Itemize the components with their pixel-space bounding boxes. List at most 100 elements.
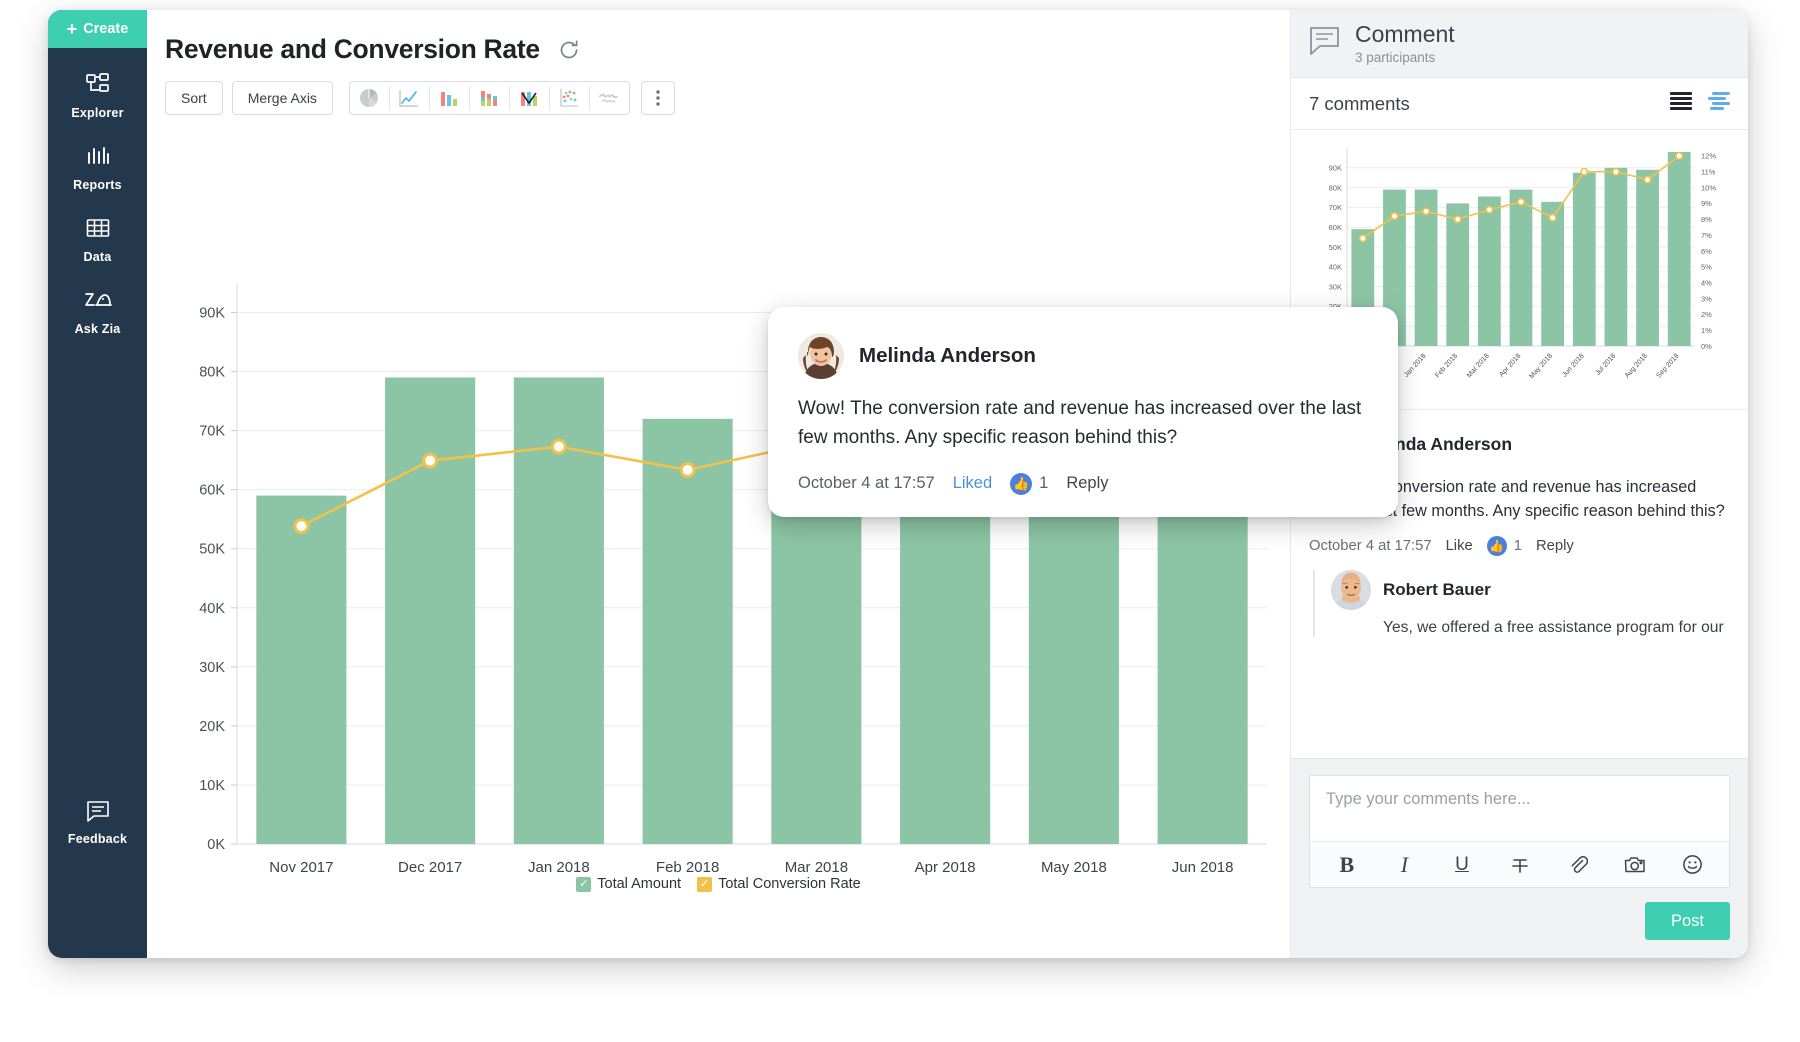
sort-button[interactable]: Sort: [165, 81, 223, 115]
comment-timestamp: October 4 at 17:57: [798, 474, 935, 493]
thumbs-up-icon: 👍: [1487, 536, 1507, 556]
svg-text:40K: 40K: [199, 601, 225, 617]
svg-text:8%: 8%: [1701, 215, 1712, 224]
combo-chart-icon[interactable]: [510, 82, 549, 114]
svg-text:Jun 2018: Jun 2018: [1172, 859, 1234, 876]
plus-icon: +: [67, 20, 78, 38]
svg-text:60K: 60K: [199, 483, 225, 499]
bubble-header: Melinda Anderson: [798, 333, 1368, 379]
svg-text:50K: 50K: [199, 542, 225, 558]
more-vertical-icon[interactable]: [641, 81, 675, 115]
thread-like-count-group[interactable]: 👍 1: [1487, 536, 1522, 556]
ask-zia-icon: [83, 286, 113, 316]
svg-text:0%: 0%: [1701, 342, 1712, 351]
scatter-chart-icon[interactable]: [550, 82, 589, 114]
underline-icon[interactable]: U: [1433, 842, 1491, 888]
svg-text:1%: 1%: [1701, 326, 1712, 335]
svg-text:30K: 30K: [199, 660, 225, 676]
reply-header: Robert Bauer: [1331, 570, 1730, 610]
create-button[interactable]: + Create: [48, 10, 147, 48]
italic-icon[interactable]: I: [1376, 842, 1434, 888]
sidebar-item-label: Ask Zia: [75, 322, 121, 336]
bar-chart-icon[interactable]: [430, 82, 469, 114]
pie-chart-icon[interactable]: [350, 82, 389, 114]
svg-text:70K: 70K: [199, 424, 225, 440]
participants-count: 3 participants: [1355, 50, 1455, 65]
like-count-group[interactable]: 👍 1: [1010, 473, 1048, 495]
comments-count-bar: 7 comments: [1291, 78, 1748, 130]
svg-text:10%: 10%: [1701, 183, 1716, 192]
legend-item-total-amount[interactable]: ✓ Total Amount: [576, 876, 681, 892]
bubble-footer: October 4 at 17:57 Liked 👍 1 Reply: [798, 473, 1368, 495]
data-icon: [85, 214, 111, 244]
comment-text: Wow! The conversion rate and revenue has…: [798, 395, 1368, 453]
svg-text:Jan 2018: Jan 2018: [1403, 353, 1428, 379]
comment-input[interactable]: Type your comments here...: [1310, 776, 1729, 841]
explorer-icon: [85, 70, 111, 100]
thread-like-button[interactable]: Like: [1446, 538, 1473, 554]
svg-text:10K: 10K: [199, 778, 225, 794]
post-button[interactable]: Post: [1645, 902, 1730, 940]
svg-text:90K: 90K: [199, 306, 225, 322]
main-chart: 0K10K20K30K40K50K60K70K80K90K Nov 2017De…: [147, 121, 1290, 958]
svg-text:6%: 6%: [1701, 247, 1712, 256]
chart-legend: ✓ Total Amount ✓ Total Conversion Rate: [147, 876, 1290, 892]
legend-swatch: ✓: [576, 877, 591, 892]
svg-text:Mar 2018: Mar 2018: [1466, 353, 1491, 380]
line-chart-icon[interactable]: [390, 82, 429, 114]
reply-button[interactable]: Reply: [1066, 474, 1108, 493]
sidebar-item-data[interactable]: Data: [48, 214, 147, 264]
avatar: [798, 333, 844, 379]
sidebar-item-feedback[interactable]: Feedback: [48, 796, 147, 846]
merge-axis-button[interactable]: Merge Axis: [232, 81, 333, 115]
reports-icon: [85, 142, 111, 172]
svg-text:40K: 40K: [1329, 263, 1342, 272]
legend-label: Total Amount: [597, 876, 681, 892]
thread-like-count: 1: [1514, 538, 1522, 554]
like-button[interactable]: Liked: [953, 474, 992, 493]
emoji-icon[interactable]: [1663, 842, 1721, 888]
sidebar-item-label: Explorer: [71, 106, 123, 120]
comment-author: Melinda Anderson: [859, 344, 1036, 368]
view-toggles: [1670, 92, 1730, 115]
composer-box: Type your comments here... B I U: [1309, 775, 1730, 888]
refresh-icon[interactable]: [558, 39, 580, 61]
like-count: 1: [1039, 474, 1048, 493]
svg-text:Jul 2018: Jul 2018: [1594, 353, 1617, 377]
camera-icon[interactable]: [1606, 842, 1664, 888]
feedback-icon: [85, 796, 111, 826]
svg-text:4%: 4%: [1701, 278, 1712, 287]
svg-text:90K: 90K: [1329, 164, 1342, 173]
sidebar-item-explorer[interactable]: Explorer: [48, 70, 147, 120]
sidebar-item-label: Reports: [73, 178, 122, 192]
comments-panel-header: Comment 3 participants: [1291, 10, 1748, 78]
svg-text:Apr 2018: Apr 2018: [1498, 353, 1522, 379]
svg-text:Jun 2018: Jun 2018: [1561, 353, 1586, 379]
attachment-icon[interactable]: [1548, 842, 1606, 888]
svg-text:9%: 9%: [1701, 199, 1712, 208]
strikethrough-icon[interactable]: [1491, 842, 1549, 888]
bold-icon[interactable]: B: [1318, 842, 1376, 888]
comment-bubble: Melinda Anderson Wow! The conversion rat…: [768, 307, 1398, 517]
svg-text:12%: 12%: [1701, 152, 1716, 161]
map-chart-icon[interactable]: [590, 82, 629, 114]
svg-text:50K: 50K: [1329, 243, 1342, 252]
legend-item-total-conversion-rate[interactable]: ✓ Total Conversion Rate: [697, 876, 861, 892]
list-view-icon[interactable]: [1670, 92, 1692, 115]
sidebar-item-reports[interactable]: Reports: [48, 142, 147, 192]
thread-view-icon[interactable]: [1708, 92, 1730, 115]
sidebar-item-ask-zia[interactable]: Ask Zia: [48, 286, 147, 336]
post-row: Post: [1309, 902, 1730, 940]
sidebar: + Create Explorer Reports: [48, 10, 147, 958]
svg-text:80K: 80K: [1329, 183, 1342, 192]
stacked-bar-chart-icon[interactable]: [470, 82, 509, 114]
main-chart-svg[interactable]: 0K10K20K30K40K50K60K70K80K90K Nov 2017De…: [147, 121, 1287, 921]
comments-count: 7 comments: [1309, 93, 1410, 115]
svg-text:7%: 7%: [1701, 231, 1712, 240]
thread-reply-button[interactable]: Reply: [1536, 538, 1574, 554]
svg-text:Aug 2018: Aug 2018: [1624, 353, 1649, 380]
svg-text:Nov 2017: Nov 2017: [269, 859, 333, 876]
svg-text:May 2018: May 2018: [1041, 859, 1107, 876]
chart-toolbar: Sort Merge Axis: [165, 81, 1290, 115]
svg-text:11%: 11%: [1701, 168, 1716, 177]
